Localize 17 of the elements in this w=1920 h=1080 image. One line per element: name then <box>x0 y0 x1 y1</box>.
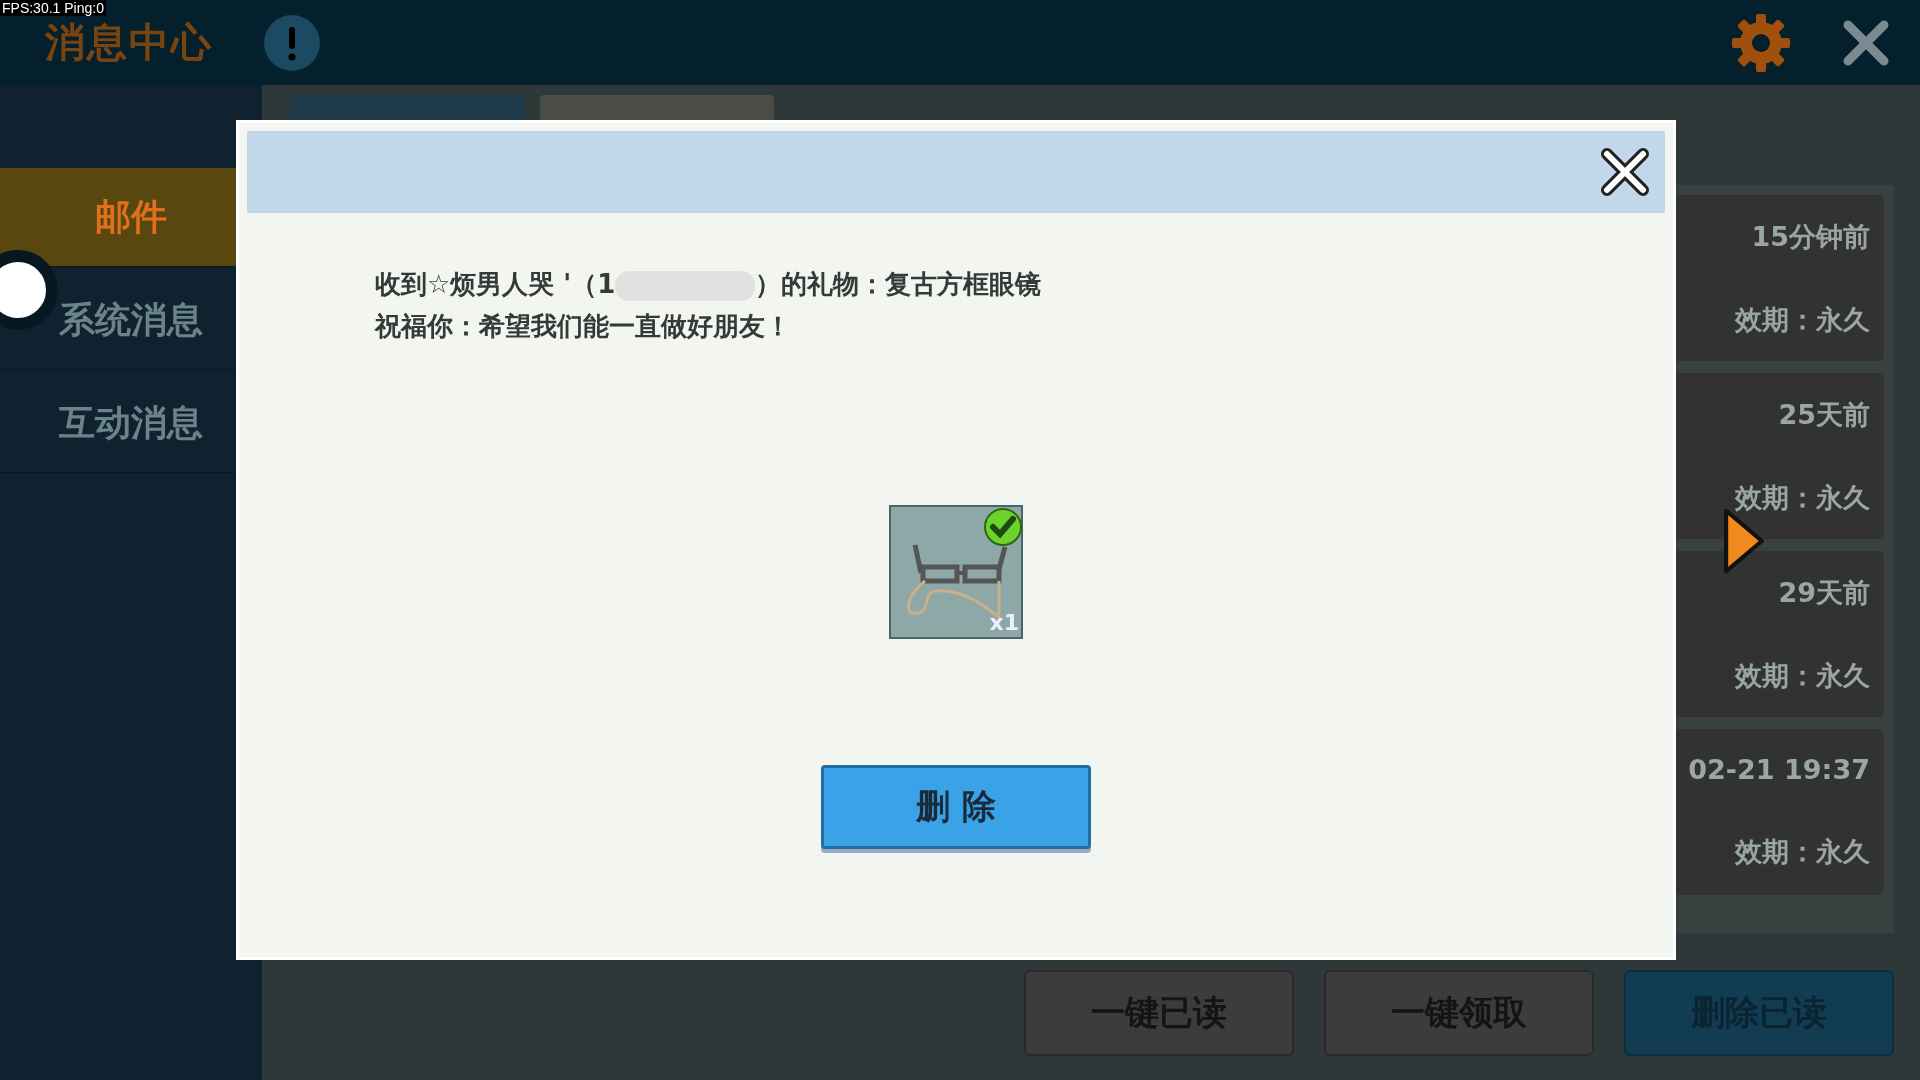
close-button[interactable] <box>1599 146 1651 198</box>
gift-quantity: x1 <box>989 610 1019 635</box>
blessing-text: 祝福你：希望我们能一直做好朋友！ <box>375 310 792 343</box>
mail-validity: 效期：永久 <box>1735 835 1870 870</box>
mail-validity: 效期：永久 <box>1735 302 1870 337</box>
mail-time: 29天前 <box>1778 575 1870 610</box>
mail-validity: 效期：永久 <box>1735 480 1870 515</box>
gift-message: 收到☆烦男人哭 '（1 ）的礼物：复古方框眼镜 <box>375 268 1043 303</box>
mail-time: 25天前 <box>1778 397 1870 432</box>
mail-time: 15分钟前 <box>1751 219 1870 254</box>
settings-icon[interactable] <box>1730 11 1792 74</box>
gift-item[interactable]: x1 <box>889 505 1023 639</box>
page-title: 消息中心 <box>45 18 213 67</box>
fps-overlay: FPS:30.1 Ping:0 <box>0 0 106 16</box>
mail-validity: 效期：永久 <box>1735 658 1870 693</box>
mail-time: 02-21 19:37 <box>1688 753 1870 785</box>
close-icon[interactable] <box>1842 18 1890 67</box>
